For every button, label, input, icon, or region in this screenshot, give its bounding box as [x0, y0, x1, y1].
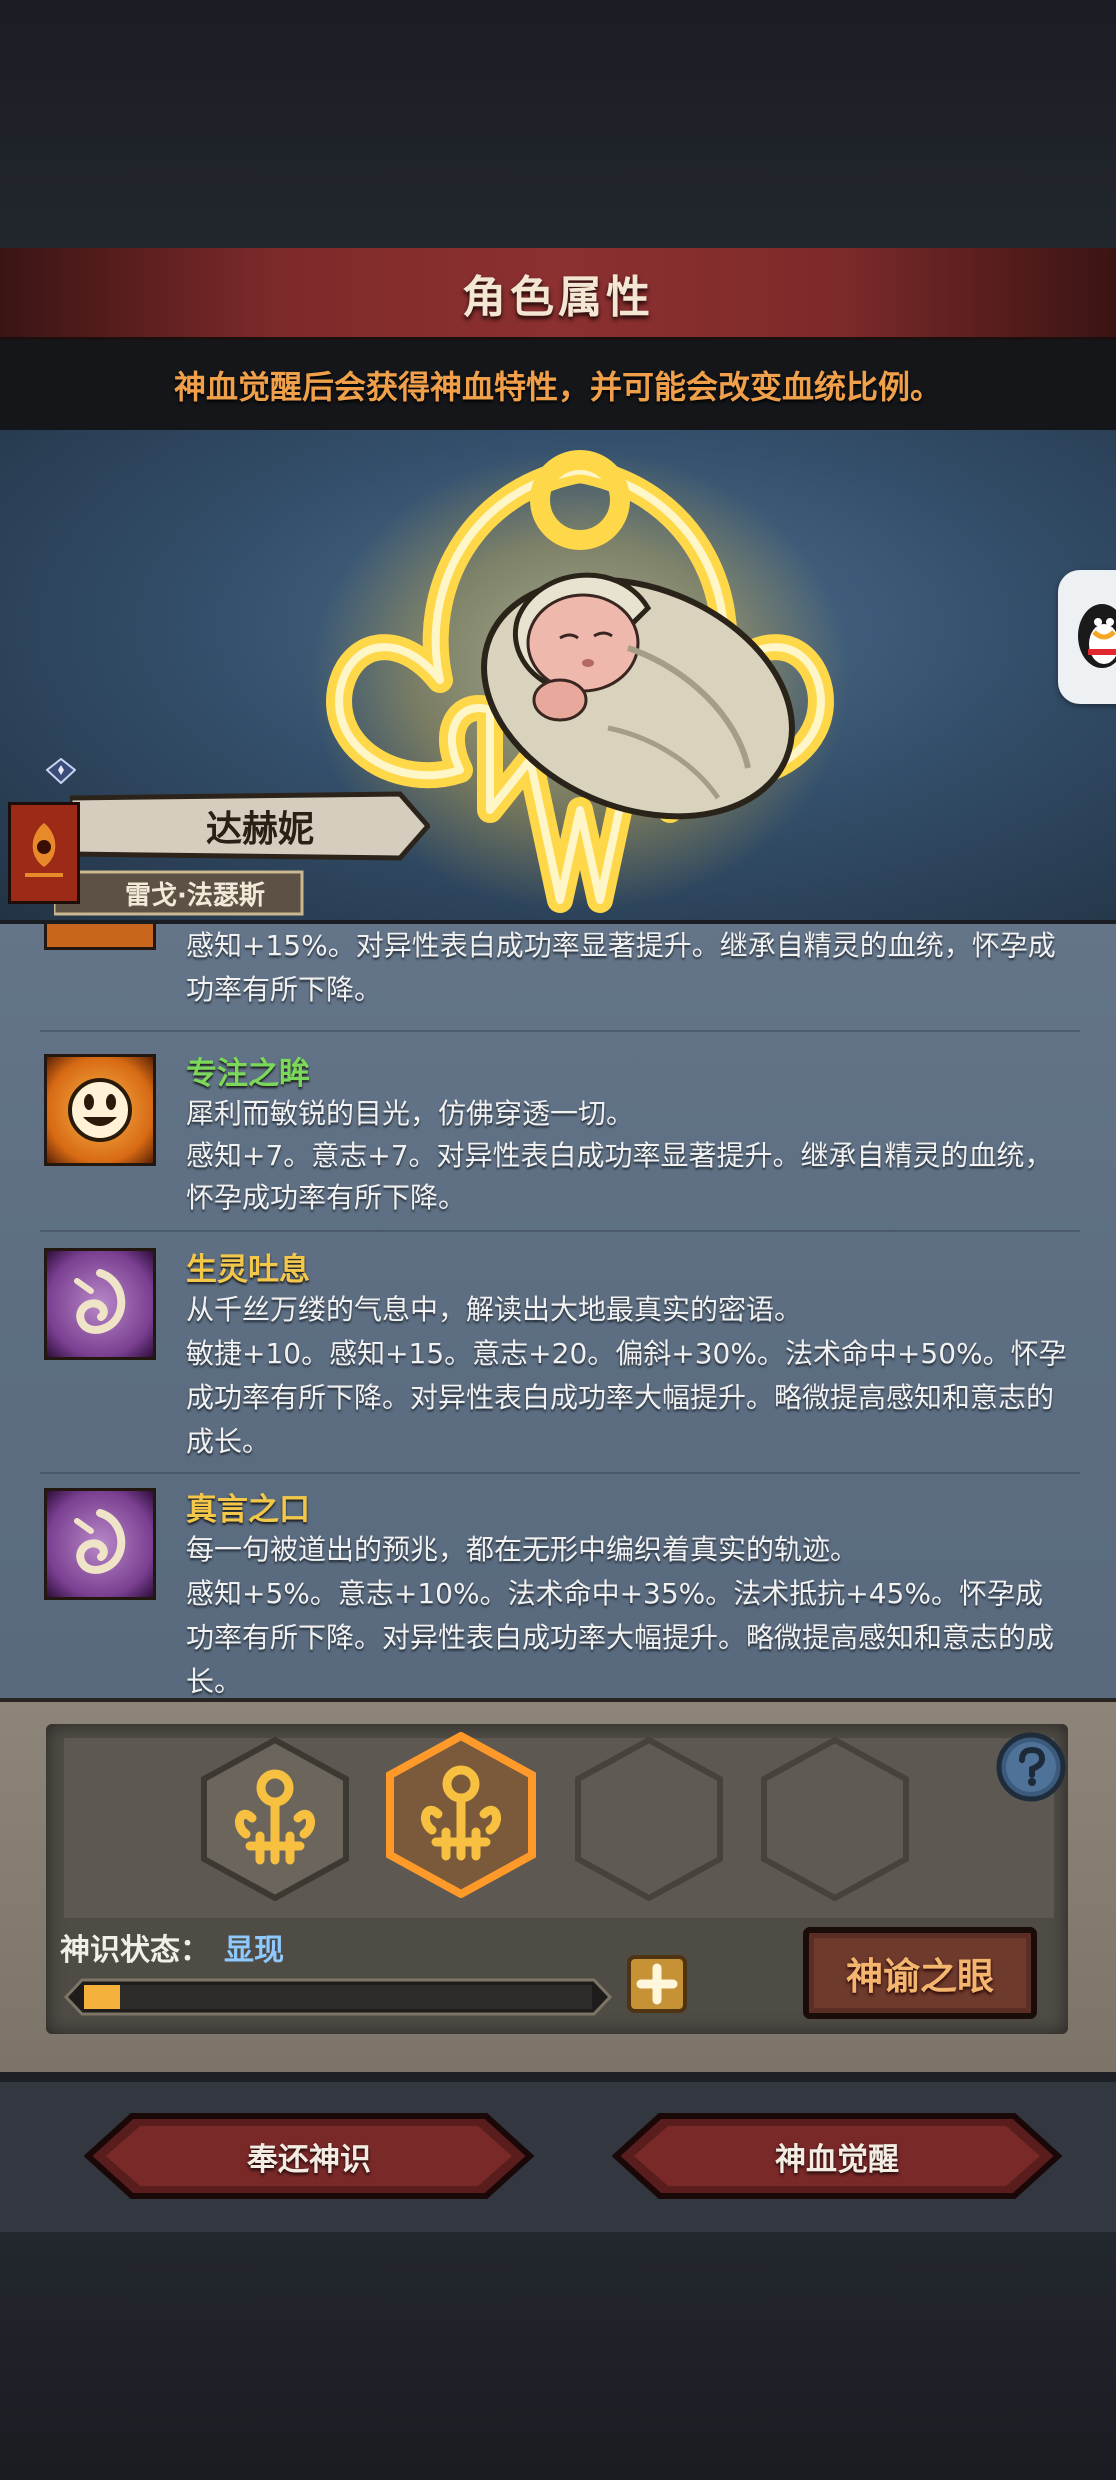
divine-slot-1[interactable] — [200, 1736, 350, 1902]
bottom-background — [0, 2232, 1116, 2480]
trait-description-line: 感知+15%。对异性表白成功率显著提升。继承自精灵的血统，怀孕成 — [186, 929, 1056, 962]
trait-description-line: 从千丝万缕的气息中，解读出大地最真实的密语。 — [186, 1293, 803, 1326]
divider — [40, 1230, 1080, 1232]
progress-fill — [84, 1985, 120, 2009]
divider — [40, 1030, 1080, 1032]
trait-name: 真言之口 — [186, 1492, 310, 1528]
return-awareness-button[interactable]: 奉还神识 — [84, 2112, 534, 2200]
top-background — [0, 0, 1116, 248]
trait-description-line: 怀孕成功率有所下降。 — [186, 1181, 467, 1214]
notice-text: 神血觉醒后会获得神血特性，并可能会改变血统比例。 — [173, 368, 942, 406]
divine-slot-3[interactable] — [574, 1736, 724, 1902]
swaddled-baby-illustration — [481, 572, 795, 820]
trait-list[interactable]: 感知+15%。对异性表白成功率显著提升。继承自精灵的血统，怀孕成 功率有所下降。… — [0, 920, 1116, 1698]
sun-face-icon — [44, 1054, 156, 1166]
spiral-swirl-icon — [44, 1248, 156, 1360]
oracle-eye-button[interactable]: 神谕之眼 — [802, 1926, 1038, 2020]
awareness-progress-bar — [64, 1978, 612, 2016]
help-icon[interactable] — [994, 1730, 1068, 1804]
trait-description-line: 成功率有所下降。对异性表白成功率大幅提升。略微提高感知和意志的 — [186, 1381, 1055, 1414]
divine-slot-2[interactable] — [386, 1732, 536, 1898]
eye-sigil-icon — [25, 823, 63, 877]
awareness-status-label: 神识状态： — [60, 1933, 210, 1968]
trait-description-line: 功率有所下降。 — [186, 973, 383, 1006]
trait-name: 生灵吐息 — [186, 1252, 310, 1288]
blood-awaken-button[interactable]: 神血觉醒 — [612, 2112, 1062, 2200]
rank-badge-icon — [46, 758, 76, 784]
trait-description-line: 敏捷+10。感知+15。意志+20。偏斜+30%。法术命中+50%。怀孕 — [186, 1337, 1067, 1370]
partial-trait-icon — [44, 924, 156, 950]
trait-description-line: 每一句被道出的预兆，都在无形中编织着真实的轨迹。 — [186, 1533, 859, 1566]
qq-float-button[interactable] — [1058, 570, 1116, 704]
trait-description-line: 感知+5%。意志+10%。法术命中+35%。法术抵抗+45%。怀孕成 — [186, 1577, 1043, 1610]
trait-description-line: 长。 — [186, 1665, 243, 1698]
trait-description-line: 感知+7。意志+7。对异性表白成功率显著提升。继承自精灵的血统， — [186, 1139, 1053, 1172]
penguin-icon — [1078, 604, 1116, 668]
character-name: 达赫妮 — [205, 809, 314, 850]
add-plus-button[interactable] — [626, 1954, 688, 2014]
trait-description-line: 成长。 — [186, 1425, 271, 1458]
awareness-status-value: 显现 — [224, 1933, 284, 1968]
character-portrait[interactable] — [8, 802, 80, 904]
trait-description-line: 功率有所下降。对异性表白成功率大幅提升。略微提高感知和意志的成 — [186, 1621, 1055, 1654]
title-bar: 角色属性 — [0, 248, 1116, 340]
divider — [40, 1472, 1080, 1474]
trait-name: 专注之眸 — [186, 1056, 310, 1092]
trait-description-line: 犀利而敏锐的目光，仿佛穿透一切。 — [186, 1097, 635, 1130]
page-title: 角色属性 — [462, 271, 654, 323]
awakening-notice: 神血觉醒后会获得神血特性，并可能会改变血统比例。 — [0, 340, 1116, 430]
divine-slot-4[interactable] — [760, 1736, 910, 1902]
character-title: 雷戈·法瑟斯 — [125, 880, 265, 911]
spiral-swirl-icon — [44, 1488, 156, 1600]
